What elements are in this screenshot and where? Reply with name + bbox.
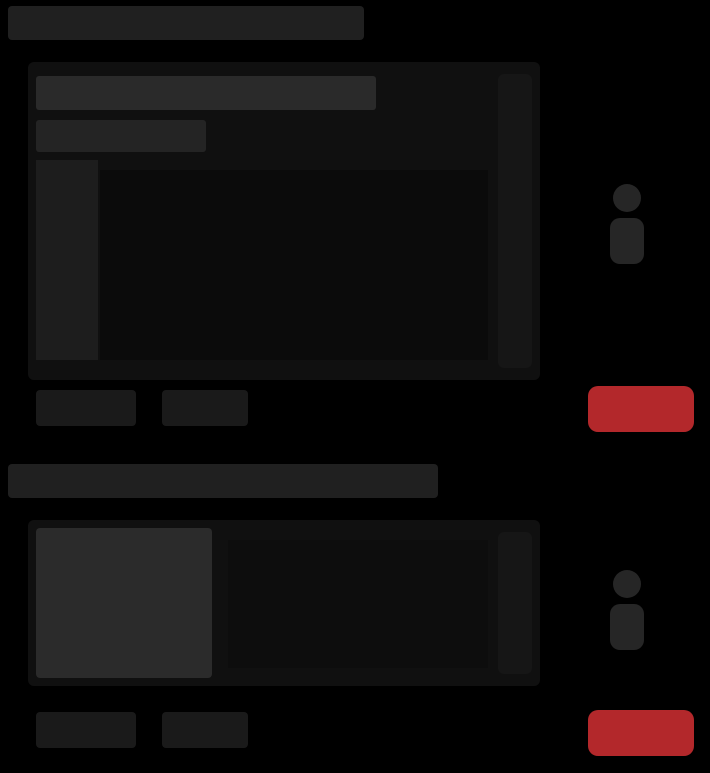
card-gutter-1: [36, 160, 98, 360]
card-subtitle-1: [36, 120, 206, 152]
card-body-2: [228, 540, 488, 668]
content-card-2[interactable]: [28, 520, 540, 686]
card-title-2: [228, 540, 488, 552]
danger-button-1[interactable]: [588, 386, 694, 432]
user-icon[interactable]: [598, 170, 656, 270]
footer-button-2a[interactable]: [36, 712, 136, 748]
card-title-1: [36, 76, 376, 110]
danger-button-2[interactable]: [588, 710, 694, 756]
page: [0, 0, 710, 773]
footer-button-1b[interactable]: [162, 390, 248, 426]
card-scrollbar-1[interactable]: [498, 74, 532, 368]
section-heading-1: [8, 6, 364, 40]
footer-button-2b[interactable]: [162, 712, 248, 748]
content-card-1[interactable]: [28, 62, 540, 380]
user-icon[interactable]: [598, 556, 656, 656]
section-heading-2: [8, 464, 438, 498]
preview-thumbnail-2: [36, 528, 212, 678]
user-icon-graphic: [610, 184, 644, 264]
footer-button-1a[interactable]: [36, 390, 136, 426]
card-scrollbar-2[interactable]: [498, 532, 532, 674]
card-body-1: [100, 170, 488, 360]
user-icon-graphic: [610, 570, 644, 650]
